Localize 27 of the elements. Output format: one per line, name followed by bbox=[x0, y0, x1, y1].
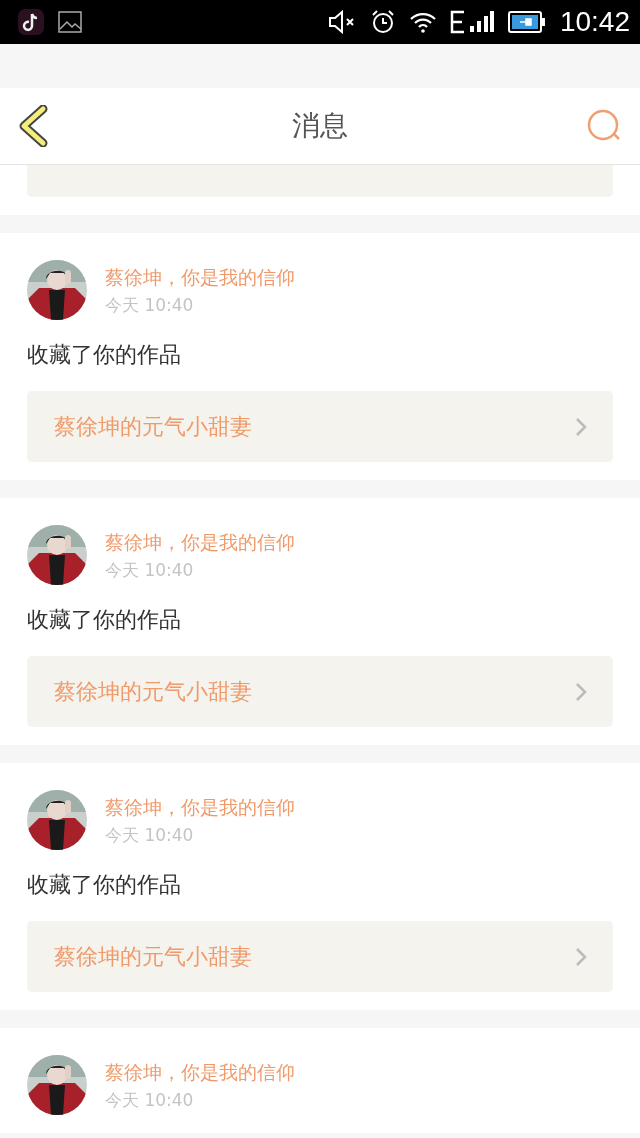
message-time: 今天 10:40 bbox=[105, 1089, 195, 1112]
music-note-icon bbox=[18, 9, 44, 35]
message-text: 收藏了你的作品 bbox=[27, 606, 182, 634]
chevron-right-icon bbox=[575, 681, 587, 702]
wifi-icon bbox=[409, 11, 436, 33]
page-title: 消息 bbox=[292, 108, 348, 144]
back-icon bbox=[18, 105, 48, 147]
message-time: 今天 10:40 bbox=[105, 824, 195, 847]
message-time: 今天 10:40 bbox=[105, 559, 195, 582]
message-text: 收藏了你的作品 bbox=[27, 871, 182, 899]
search-icon bbox=[586, 109, 622, 143]
signal-icon bbox=[449, 10, 494, 34]
work-link[interactable]: 蔡徐坤的元气小甜妻 bbox=[27, 656, 613, 727]
clock-time: 10:42 bbox=[559, 6, 630, 38]
work-link[interactable]: 蔡徐坤的元气小甜妻 bbox=[27, 391, 613, 462]
user-name[interactable]: 蔡徐坤，你是我的信仰 bbox=[105, 264, 295, 290]
user-name[interactable]: 蔡徐坤，你是我的信仰 bbox=[105, 794, 295, 820]
chevron-right-icon bbox=[575, 416, 587, 437]
message-text: 收藏了你的作品 bbox=[27, 341, 182, 369]
image-icon bbox=[58, 11, 82, 33]
message-time: 今天 10:40 bbox=[105, 294, 195, 317]
user-name[interactable]: 蔡徐坤，你是我的信仰 bbox=[105, 529, 295, 555]
mute-icon bbox=[327, 10, 356, 34]
user-name[interactable]: 蔡徐坤，你是我的信仰 bbox=[105, 1059, 295, 1085]
chevron-right-icon bbox=[575, 946, 587, 967]
battery-icon bbox=[507, 11, 546, 33]
work-link[interactable]: 蔡徐坤的元气小甜妻 bbox=[27, 921, 613, 992]
